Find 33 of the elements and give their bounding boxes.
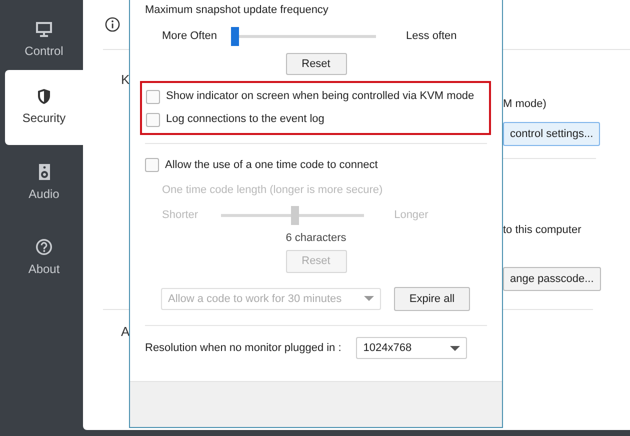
sidebar-tab[interactable]: Control — [5, 0, 83, 70]
sidebar-tab[interactable]: Audio — [5, 145, 83, 220]
resolution-dropdown[interactable]: 1024x768 — [356, 337, 468, 359]
section-heading: K — [121, 71, 130, 89]
section-heading: A — [121, 323, 130, 341]
control-settings-button[interactable]: control settings... — [503, 122, 600, 146]
sidebar-tab[interactable]: Security — [5, 70, 83, 145]
checkbox-label: Show indicator on screen when being controlled via KVM mode — [166, 89, 474, 104]
slider-max-label: Longer — [394, 208, 428, 224]
slider-max-label: Less often — [406, 29, 457, 44]
caret-icon — [450, 346, 460, 350]
info-icon — [105, 17, 120, 32]
setting-label: Resolution when no monitor plugged in : — [145, 340, 342, 356]
setting-label: One time code length (longer is more secure) — [162, 183, 384, 198]
sidebar-tab[interactable]: About — [5, 220, 83, 295]
slider-thumb[interactable] — [231, 27, 240, 46]
setting-label: Maximum snapshot update frequency — [145, 3, 330, 18]
checkbox-label: Allow the use of a one time code to connect — [165, 158, 378, 173]
reset-button[interactable]: Reset — [286, 52, 346, 75]
change-passcode-button[interactable]: ange passcode... — [503, 266, 601, 291]
slider-min-label: Shorter — [162, 208, 198, 224]
shield-icon — [37, 88, 51, 105]
kvm-text: M mode) — [503, 97, 546, 112]
length-value: 6 characters — [284, 230, 348, 246]
help-icon — [35, 238, 53, 256]
speaker-icon — [38, 162, 50, 180]
slider-min-label: More Often — [162, 29, 218, 44]
computer-text: to this computer — [503, 223, 582, 238]
checkbox-label: Log connections to the event log — [166, 112, 324, 128]
monitor-icon — [35, 21, 53, 38]
caret-icon — [364, 296, 374, 302]
checkbox[interactable] — [146, 90, 160, 104]
checkbox[interactable] — [146, 112, 160, 126]
